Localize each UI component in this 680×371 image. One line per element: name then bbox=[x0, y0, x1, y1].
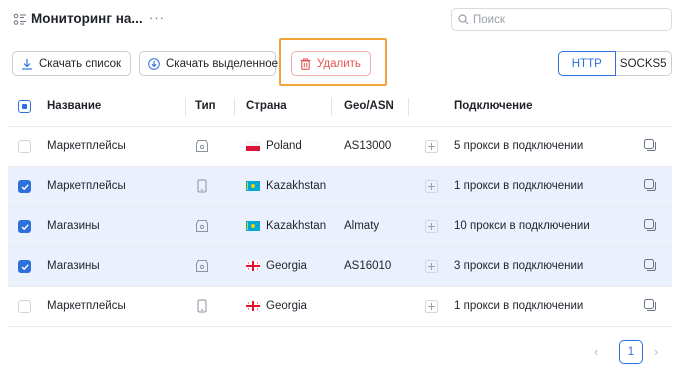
table-row[interactable]: Маркетплейсы Georgia 1 прокси в подключе… bbox=[8, 287, 672, 327]
row-connection: 10 прокси в подключении bbox=[454, 220, 590, 232]
row-connection: 1 прокси в подключении bbox=[454, 300, 584, 312]
table-row[interactable]: Магазины Georgia AS16010 3 прокси в подк… bbox=[8, 247, 672, 287]
column-divider bbox=[234, 98, 235, 116]
delete-button[interactable]: Удалить bbox=[291, 51, 371, 76]
mobile-icon bbox=[197, 179, 207, 193]
delete-label: Удалить bbox=[317, 57, 361, 70]
georgia-flag-icon bbox=[246, 301, 260, 311]
mobile-icon bbox=[197, 299, 207, 313]
router-icon bbox=[196, 220, 208, 232]
column-name: Название bbox=[47, 100, 102, 112]
column-geo: Geo/ASN bbox=[344, 100, 394, 112]
table-header: Название Тип Страна Geo/ASN Подключение bbox=[8, 87, 672, 127]
add-connection-button[interactable] bbox=[425, 220, 438, 233]
kazakhstan-flag-icon bbox=[246, 181, 260, 191]
copy-icon[interactable] bbox=[643, 218, 657, 232]
table-row[interactable]: Магазины Kazakhstan Almaty 10 прокси в п… bbox=[8, 207, 672, 247]
row-checkbox[interactable] bbox=[18, 140, 31, 153]
column-divider bbox=[408, 98, 409, 116]
checkmark-icon bbox=[21, 224, 29, 231]
add-connection-button[interactable] bbox=[425, 260, 438, 273]
column-type: Тип bbox=[195, 100, 216, 112]
row-geo: AS13000 bbox=[344, 140, 392, 152]
more-options-button[interactable]: ··· bbox=[149, 10, 165, 25]
add-connection-button[interactable] bbox=[425, 300, 438, 313]
row-checkbox[interactable] bbox=[18, 220, 31, 233]
row-country: Georgia bbox=[266, 260, 307, 272]
protocol-switch: HTTP SOCKS5 bbox=[558, 51, 672, 76]
copy-icon[interactable] bbox=[643, 298, 657, 312]
protocol-socks5-tab[interactable]: SOCKS5 bbox=[615, 51, 672, 76]
row-geo: Almaty bbox=[344, 220, 380, 232]
column-divider bbox=[331, 98, 332, 116]
checkmark-icon bbox=[21, 184, 29, 191]
add-connection-button[interactable] bbox=[425, 140, 438, 153]
row-checkbox[interactable] bbox=[18, 260, 31, 273]
copy-icon[interactable] bbox=[643, 258, 657, 272]
row-name: Маркетплейсы bbox=[47, 140, 126, 152]
row-name: Магазины bbox=[47, 220, 100, 232]
row-country: Kazakhstan bbox=[266, 220, 327, 232]
checkmark-icon bbox=[21, 264, 29, 271]
table-row[interactable]: Маркетплейсы Poland AS13000 5 прокси в п… bbox=[8, 127, 672, 167]
row-connection: 1 прокси в подключении bbox=[454, 180, 584, 192]
row-connection: 3 прокси в подключении bbox=[454, 260, 584, 272]
page-button-current[interactable]: 1 bbox=[619, 340, 643, 364]
row-country: Georgia bbox=[266, 300, 307, 312]
download-selected-label: Скачать выделенное bbox=[166, 57, 279, 70]
select-all-checkbox[interactable] bbox=[18, 100, 31, 113]
protocol-http-tab[interactable]: HTTP bbox=[558, 51, 616, 76]
column-country: Страна bbox=[246, 100, 287, 112]
poland-flag-icon bbox=[246, 141, 260, 151]
row-connection: 5 прокси в подключении bbox=[454, 140, 584, 152]
trash-icon bbox=[300, 58, 311, 70]
row-name: Маркетплейсы bbox=[47, 180, 126, 192]
add-connection-button[interactable] bbox=[425, 180, 438, 193]
row-name: Магазины bbox=[47, 260, 100, 272]
search-box[interactable] bbox=[451, 8, 672, 31]
row-name: Маркетплейсы bbox=[47, 300, 126, 312]
page-title: Мониторинг на... bbox=[31, 11, 143, 26]
next-page-button[interactable]: › bbox=[654, 344, 658, 359]
search-input[interactable] bbox=[473, 12, 663, 27]
download-list-button[interactable]: Скачать список bbox=[12, 51, 131, 76]
georgia-flag-icon bbox=[246, 261, 260, 271]
router-icon bbox=[196, 260, 208, 272]
row-country: Kazakhstan bbox=[266, 180, 327, 192]
table-row[interactable]: Маркетплейсы Kazakhstan 1 прокси в подкл… bbox=[8, 167, 672, 207]
previous-page-button[interactable]: ‹ bbox=[594, 344, 598, 359]
row-country: Poland bbox=[266, 140, 302, 152]
top-bar: Мониторинг на... ··· bbox=[0, 0, 680, 38]
column-divider bbox=[185, 98, 186, 116]
row-checkbox[interactable] bbox=[18, 180, 31, 193]
row-geo: AS16010 bbox=[344, 260, 392, 272]
router-icon bbox=[196, 140, 208, 152]
column-connection: Подключение bbox=[454, 100, 533, 112]
copy-icon[interactable] bbox=[643, 138, 657, 152]
kazakhstan-flag-icon bbox=[246, 221, 260, 231]
search-icon bbox=[458, 14, 469, 25]
download-icon bbox=[22, 58, 32, 70]
list-icon bbox=[13, 13, 26, 25]
download-list-label: Скачать список bbox=[39, 57, 122, 70]
copy-icon[interactable] bbox=[643, 178, 657, 192]
row-checkbox[interactable] bbox=[18, 300, 31, 313]
download-selected-button[interactable]: Скачать выделенное bbox=[139, 51, 279, 76]
download-circle-icon bbox=[148, 57, 160, 70]
